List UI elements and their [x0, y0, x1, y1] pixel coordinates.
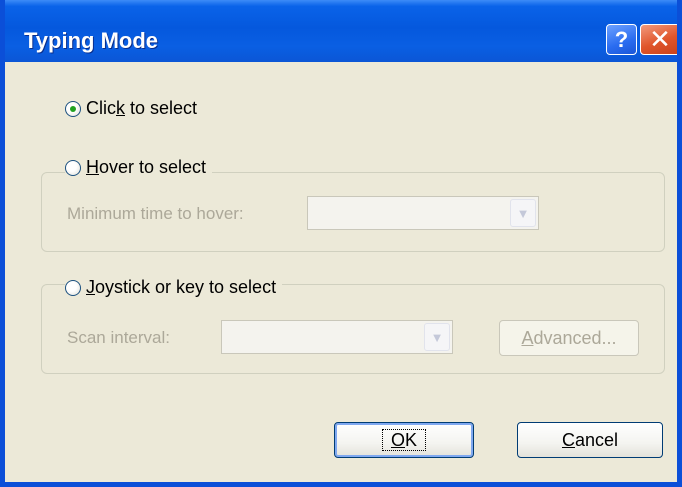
- dialog-title: Typing Mode: [24, 28, 159, 53]
- chevron-down-icon[interactable]: ▼: [424, 323, 450, 351]
- minimum-time-to-hover-label: Minimum time to hover:: [67, 204, 244, 223]
- radio-hover-to-select[interactable]: Hover to select: [65, 157, 213, 178]
- radio-button-unchecked[interactable]: [65, 279, 81, 296]
- hover-time-combobox[interactable]: ▼: [307, 196, 539, 230]
- scan-interval-combobox[interactable]: ▼: [221, 320, 453, 354]
- cancel-button[interactable]: Cancel: [517, 422, 663, 458]
- ok-button[interactable]: OK: [334, 422, 474, 458]
- advanced-button[interactable]: Advanced...: [499, 320, 639, 356]
- typing-mode-dialog: Typing Mode ? ✕ Click to select Hover to…: [0, 0, 682, 487]
- radio-label-joystick: Joystick or key to select: [86, 277, 277, 297]
- radio-label-click: Click to select: [86, 98, 198, 118]
- radio-joystick-or-key[interactable]: Joystick or key to select: [65, 277, 283, 298]
- ok-focus-rect: OK: [381, 429, 427, 451]
- chevron-down-icon[interactable]: ▼: [510, 199, 536, 227]
- dialog-content: Click to select Hover to select Minimum …: [5, 62, 677, 482]
- close-x-icon[interactable]: ✕: [640, 24, 677, 55]
- radio-button-unchecked[interactable]: [65, 159, 81, 176]
- help-question-icon[interactable]: ?: [606, 24, 637, 55]
- radio-button-checked[interactable]: [65, 100, 81, 117]
- scan-interval-label: Scan interval:: [67, 328, 170, 347]
- radio-label-hover: Hover to select: [86, 157, 207, 177]
- title-bar[interactable]: Typing Mode ? ✕: [5, 0, 677, 62]
- radio-click-to-select[interactable]: Click to select: [65, 98, 204, 119]
